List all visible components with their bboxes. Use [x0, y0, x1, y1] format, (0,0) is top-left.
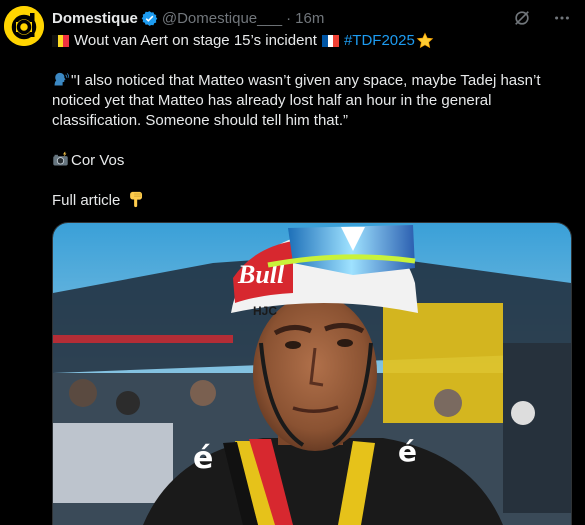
svg-text:é: é — [193, 441, 213, 476]
separator-dot: · — [286, 9, 292, 27]
tweet-actions — [513, 9, 571, 27]
domestique-logo-icon — [4, 6, 44, 46]
more-icon[interactable] — [553, 9, 571, 27]
speaking-head-icon — [54, 72, 69, 86]
headline-text: Wout van Aert on stage 15’s incident — [74, 32, 317, 49]
quote-text: "I also noticed that Matteo wasn’t given… — [52, 72, 541, 129]
grok-icon[interactable] — [513, 9, 531, 27]
belgium-flag-icon — [52, 35, 70, 47]
svg-text:HJC: HJC — [253, 304, 277, 318]
tweet-photo[interactable]: é é Bull HJC — [52, 222, 572, 525]
france-flag-icon — [321, 35, 339, 47]
quote-paragraph: "I also noticed that Matteo wasn’t given… — [52, 71, 572, 131]
pointing-down-icon — [129, 191, 142, 208]
cyclist-photo: é é Bull HJC — [53, 223, 571, 525]
timestamp[interactable]: 16m — [295, 10, 324, 27]
tweet-text: Wout van Aert on stage 15’s incident #TD… — [52, 31, 572, 211]
avatar[interactable] — [4, 6, 44, 46]
credit-line: Cor Vos — [52, 151, 572, 171]
author-name[interactable]: Domestique — [52, 10, 138, 27]
cta-text: Full article — [52, 192, 121, 209]
author-handle[interactable]: @Domestique___ — [162, 10, 282, 27]
svg-text:é: é — [398, 435, 417, 468]
tweet[interactable]: Domestique @Domestique___ · 16m Wout van… — [0, 0, 585, 525]
verified-badge-icon — [141, 10, 158, 26]
headline-line: Wout van Aert on stage 15’s incident #TD… — [52, 31, 572, 51]
hashtag-link[interactable]: #TDF2025 — [344, 31, 415, 51]
star-icon — [416, 32, 434, 49]
camera-flash-icon — [53, 151, 68, 166]
photo-credit: Cor Vos — [71, 152, 125, 169]
tweet-header: Domestique @Domestique___ · 16m — [52, 8, 515, 28]
cta-line: Full article — [52, 191, 572, 211]
